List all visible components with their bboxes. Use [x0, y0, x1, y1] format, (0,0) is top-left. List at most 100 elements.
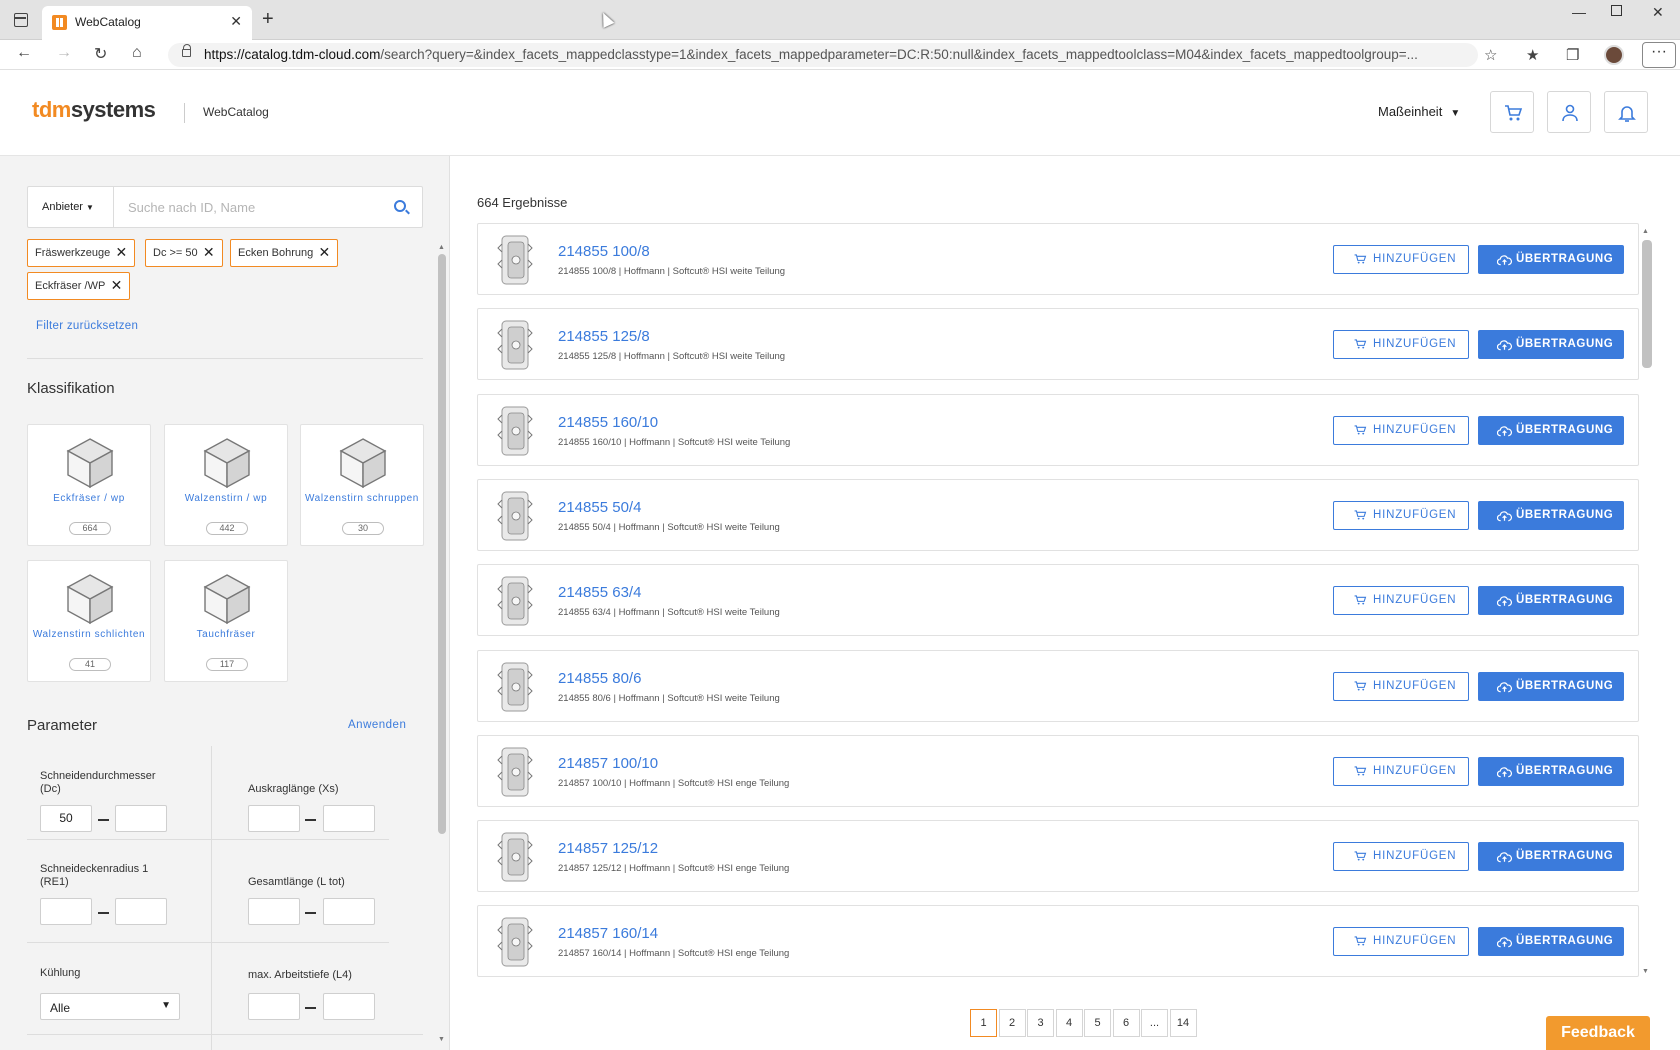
add-to-cart-button[interactable]: HINZUFÜGEN — [1333, 330, 1469, 359]
tab-actions-icon[interactable] — [14, 13, 28, 27]
ltot-min-input[interactable] — [248, 898, 300, 925]
add-to-cart-button[interactable]: HINZUFÜGEN — [1333, 245, 1469, 274]
result-row[interactable]: 214855 80/6 214855 80/6 | Hoffmann | Soft… — [477, 650, 1639, 722]
result-row[interactable]: 214857 125/12 214857 125/12 | Hoffmann | … — [477, 820, 1639, 892]
class-card-eckfraeser[interactable]: Eckfräser / wp 664 — [27, 424, 151, 546]
url-field[interactable]: https://catalog.tdm-cloud.com/search?que… — [168, 43, 1478, 67]
profile-avatar[interactable] — [1604, 45, 1624, 65]
add-to-cart-button[interactable]: HINZUFÜGEN — [1333, 586, 1469, 615]
scroll-down-icon[interactable]: ▼ — [438, 1036, 445, 1043]
result-row[interactable]: 214855 160/10 214855 160/10 | Hoffmann | … — [477, 394, 1639, 466]
transfer-button[interactable]: ÜBERTRAGUNG — [1478, 586, 1624, 615]
transfer-button[interactable]: ÜBERTRAGUNG — [1478, 757, 1624, 786]
l4-min-input[interactable] — [248, 993, 300, 1020]
ltot-max-input[interactable] — [323, 898, 375, 925]
item-title-link[interactable]: 214855 160/10 — [558, 414, 658, 431]
item-title-link[interactable]: 214857 160/14 — [558, 925, 658, 942]
feedback-button[interactable]: Feedback — [1546, 1016, 1650, 1050]
item-title-link[interactable]: 214857 100/10 — [558, 755, 658, 772]
result-row[interactable]: 214857 160/14 214857 160/14 | Hoffmann | … — [477, 905, 1639, 977]
result-row[interactable]: 214855 50/4 214855 50/4 | Hoffmann | Soft… — [477, 479, 1639, 551]
l4-max-input[interactable] — [323, 993, 375, 1020]
result-row[interactable]: 214855 100/8 214855 100/8 | Hoffmann | So… — [477, 223, 1639, 295]
item-title-link[interactable]: 214857 125/12 — [558, 840, 658, 857]
page-button-1[interactable]: 1 — [970, 1009, 997, 1037]
unit-selector[interactable]: Maßeinheit ▼ — [1378, 104, 1460, 119]
transfer-button[interactable]: ÜBERTRAGUNG — [1478, 330, 1624, 359]
apply-parameters-link[interactable]: Anwenden — [348, 719, 406, 731]
re1-min-input[interactable] — [40, 898, 92, 925]
results-scrollbar[interactable] — [1642, 240, 1652, 368]
add-to-cart-button[interactable]: HINZUFÜGEN — [1333, 927, 1469, 956]
dc-min-input[interactable]: 50 — [40, 805, 92, 832]
notifications-button[interactable] — [1604, 91, 1648, 133]
scroll-down-icon[interactable]: ▼ — [1642, 968, 1649, 975]
item-title-link[interactable]: 214855 100/8 — [558, 243, 650, 260]
result-row[interactable]: 214855 63/4 214855 63/4 | Hoffmann | Soft… — [477, 564, 1639, 636]
xs-min-input[interactable] — [248, 805, 300, 832]
scroll-up-icon[interactable]: ▲ — [438, 244, 445, 251]
cloud-upload-icon — [1497, 340, 1512, 351]
search-input[interactable] — [128, 197, 368, 217]
search-icon[interactable] — [394, 200, 406, 212]
user-button[interactable] — [1547, 91, 1591, 133]
item-title-link[interactable]: 214855 125/8 — [558, 328, 650, 345]
page-button-14[interactable]: 14 — [1169, 1009, 1197, 1037]
transfer-button[interactable]: ÜBERTRAGUNG — [1478, 501, 1624, 530]
close-window-icon[interactable]: ✕ — [1652, 4, 1664, 21]
xs-max-input[interactable] — [323, 805, 375, 832]
browser-tab[interactable]: WebCatalog ✕ — [42, 6, 252, 40]
new-tab-icon[interactable]: + — [262, 8, 274, 31]
milling-cutter-thumbnail — [497, 662, 533, 712]
class-card-walzenstirn-schruppen[interactable]: Walzenstirn schruppen 30 — [300, 424, 424, 546]
tdm-logo[interactable]: tdmsystems — [32, 97, 156, 123]
dc-max-input[interactable] — [115, 805, 167, 832]
favorite-star-icon[interactable]: ☆ — [1484, 46, 1497, 64]
class-card-tauchfraeser[interactable]: Tauchfräser 117 — [164, 560, 288, 682]
more-options-button[interactable]: ··· — [1642, 42, 1676, 68]
collections-icon[interactable]: ❐ — [1566, 46, 1579, 64]
close-tab-icon[interactable]: ✕ — [230, 13, 242, 30]
page-button-3[interactable]: 3 — [1027, 1009, 1054, 1037]
page-button-6[interactable]: 6 — [1112, 1009, 1140, 1037]
result-row[interactable]: 214857 100/10 214857 100/10 | Hoffmann | … — [477, 735, 1639, 807]
transfer-button[interactable]: ÜBERTRAGUNG — [1478, 842, 1624, 871]
page-button-4[interactable]: 4 — [1055, 1009, 1083, 1037]
item-title-link[interactable]: 214855 63/4 — [558, 584, 641, 601]
scroll-up-icon[interactable]: ▲ — [1642, 228, 1649, 235]
class-card-walzenstirn-wp[interactable]: Walzenstirn / wp 442 — [164, 424, 288, 546]
forward-icon[interactable]: → — [56, 44, 72, 62]
back-icon[interactable]: ← — [16, 44, 32, 62]
remove-chip-icon[interactable]: ✕ — [115, 244, 127, 261]
add-to-cart-button[interactable]: HINZUFÜGEN — [1333, 842, 1469, 871]
page-button-5[interactable]: 5 — [1084, 1009, 1111, 1037]
minimize-icon[interactable]: — — [1572, 4, 1586, 20]
transfer-button[interactable]: ÜBERTRAGUNG — [1478, 672, 1624, 701]
remove-chip-icon[interactable]: ✕ — [203, 244, 215, 261]
item-title-link[interactable]: 214855 50/4 — [558, 499, 641, 516]
reload-icon[interactable]: ↻ — [94, 44, 107, 64]
home-icon[interactable]: ⌂ — [132, 44, 142, 62]
provider-dropdown[interactable]: Anbieter ▼ — [28, 187, 114, 227]
re1-max-input[interactable] — [115, 898, 167, 925]
add-to-cart-button[interactable]: HINZUFÜGEN — [1333, 501, 1469, 530]
milling-cutter-thumbnail — [497, 235, 533, 285]
remove-chip-icon[interactable]: ✕ — [111, 277, 123, 294]
page-button-2[interactable]: 2 — [998, 1009, 1026, 1037]
reset-filters-link[interactable]: Filter zurücksetzen — [36, 320, 138, 332]
transfer-button[interactable]: ÜBERTRAGUNG — [1478, 927, 1624, 956]
add-to-cart-button[interactable]: HINZUFÜGEN — [1333, 672, 1469, 701]
favorites-list-icon[interactable]: ★ — [1526, 46, 1539, 64]
cart-button[interactable] — [1490, 91, 1534, 133]
sidebar-scrollbar[interactable] — [438, 254, 446, 834]
result-row[interactable]: 214855 125/8 214855 125/8 | Hoffmann | So… — [477, 308, 1639, 380]
remove-chip-icon[interactable]: ✕ — [318, 244, 330, 261]
add-to-cart-button[interactable]: HINZUFÜGEN — [1333, 757, 1469, 786]
transfer-button[interactable]: ÜBERTRAGUNG — [1478, 245, 1624, 274]
transfer-button[interactable]: ÜBERTRAGUNG — [1478, 416, 1624, 445]
class-card-walzenstirn-schlichten[interactable]: Walzenstirn schlichten 41 — [27, 560, 151, 682]
maximize-icon[interactable] — [1611, 5, 1622, 16]
add-to-cart-button[interactable]: HINZUFÜGEN — [1333, 416, 1469, 445]
item-title-link[interactable]: 214855 80/6 — [558, 670, 641, 687]
cooling-select[interactable]: Alle ▼ — [40, 993, 180, 1020]
